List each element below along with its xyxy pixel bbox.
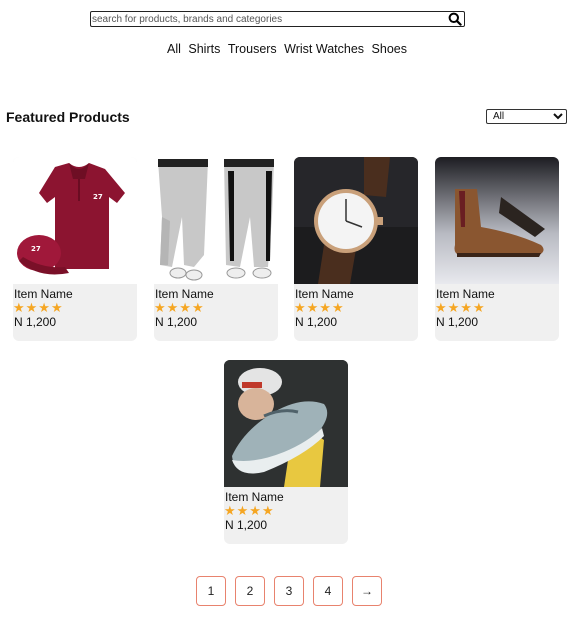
product-card[interactable]: Item Name ★★★★ N 1,200 — [294, 157, 418, 341]
product-name: Item Name — [436, 287, 495, 301]
search-icon[interactable] — [448, 12, 462, 26]
page-3-button[interactable]: 3 — [274, 576, 304, 606]
nav-item-wrist-watches[interactable]: Wrist Watches — [284, 42, 364, 56]
page-4-button[interactable]: 4 — [313, 576, 343, 606]
product-name: Item Name — [295, 287, 354, 301]
product-price: N 1,200 — [295, 315, 338, 329]
product-price: N 1,200 — [155, 315, 198, 329]
nav-item-shoes[interactable]: Shoes — [372, 42, 407, 56]
product-card[interactable]: Item Name ★★★★ N 1,200 — [435, 157, 559, 341]
product-name: Item Name — [155, 287, 214, 301]
next-page-button[interactable]: → — [352, 576, 382, 606]
rating-stars: ★★★★ — [224, 503, 275, 518]
product-card[interactable]: Item Name ★★★★ N 1,200 — [224, 360, 348, 544]
rating-stars: ★★★★ — [294, 300, 345, 315]
product-card[interactable]: 27 27 Item Name ★★★★ N 1,200 — [13, 157, 137, 341]
featured-products-title: Featured Products — [6, 109, 130, 125]
nav-item-all[interactable]: All — [167, 42, 181, 56]
product-card[interactable]: Item Name ★★★★ N 1,200 — [154, 157, 278, 341]
product-image-sneaker — [224, 360, 348, 487]
rating-stars: ★★★★ — [154, 300, 205, 315]
page-1-button[interactable]: 1 — [196, 576, 226, 606]
rating-stars: ★★★★ — [13, 300, 64, 315]
search-bar — [90, 11, 465, 27]
svg-text:27: 27 — [93, 193, 103, 201]
product-price: N 1,200 — [225, 518, 268, 532]
svg-text:27: 27 — [31, 245, 41, 253]
nav-item-trousers[interactable]: Trousers — [228, 42, 277, 56]
product-image-shirt: 27 27 — [13, 157, 137, 284]
product-image-trousers — [154, 157, 278, 284]
product-image-boot — [435, 157, 559, 284]
category-filter-select[interactable]: All — [486, 109, 567, 124]
page-2-button[interactable]: 2 — [235, 576, 265, 606]
nav-item-shirts[interactable]: Shirts — [188, 42, 220, 56]
product-price: N 1,200 — [14, 315, 57, 329]
rating-stars: ★★★★ — [435, 300, 486, 315]
category-nav: All Shirts Trousers Wrist Watches Shoes — [0, 42, 574, 56]
search-input[interactable] — [91, 12, 442, 26]
product-image-watch — [294, 157, 418, 284]
product-name: Item Name — [225, 490, 284, 504]
product-name: Item Name — [14, 287, 73, 301]
product-price: N 1,200 — [436, 315, 479, 329]
